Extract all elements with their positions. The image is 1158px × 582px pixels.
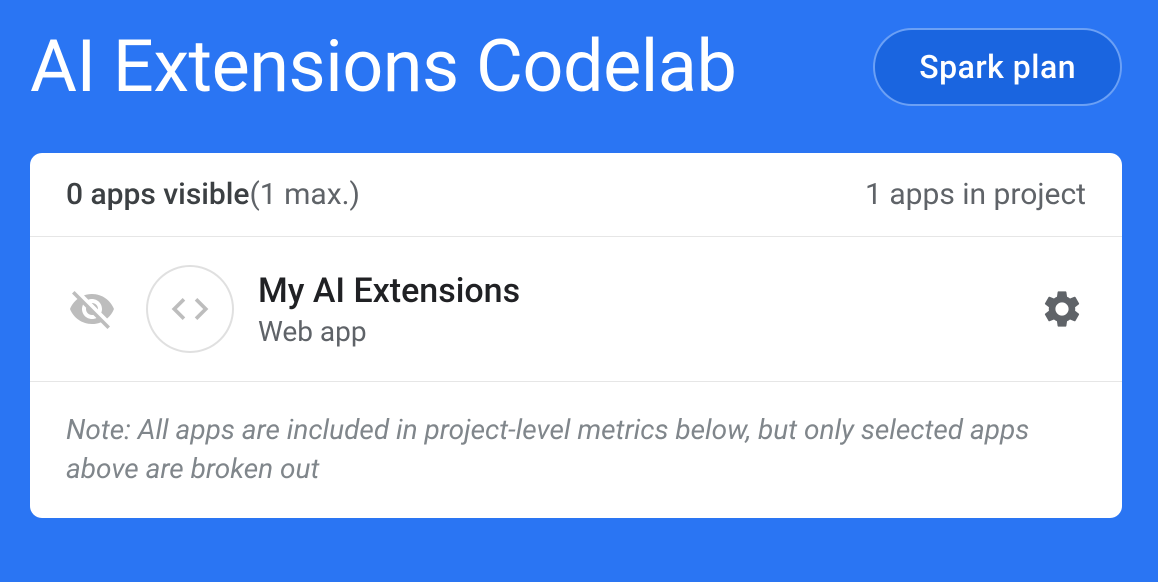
visible-apps-label: 0 apps visible(1 max.) bbox=[66, 177, 360, 212]
visibility-off-icon[interactable] bbox=[66, 283, 118, 335]
visible-count: 0 apps visible bbox=[66, 177, 250, 212]
app-info: My AI Extensions Web app bbox=[258, 271, 1038, 348]
code-icon bbox=[146, 265, 234, 353]
app-type: Web app bbox=[258, 315, 1038, 348]
app-name: My AI Extensions bbox=[258, 271, 1038, 311]
gear-icon[interactable] bbox=[1038, 285, 1086, 333]
plan-button[interactable]: Spark plan bbox=[873, 28, 1122, 106]
apps-in-project-label: 1 apps in project bbox=[865, 177, 1086, 212]
app-row: My AI Extensions Web app bbox=[30, 237, 1122, 382]
page-title: AI Extensions Codelab bbox=[30, 24, 736, 109]
note-text: Note: All apps are included in project-l… bbox=[30, 382, 1122, 518]
visible-max: (1 max.) bbox=[250, 177, 360, 212]
apps-card: 0 apps visible(1 max.) 1 apps in project… bbox=[30, 153, 1122, 518]
page-header: AI Extensions Codelab Spark plan bbox=[0, 0, 1158, 129]
card-header: 0 apps visible(1 max.) 1 apps in project bbox=[30, 153, 1122, 237]
